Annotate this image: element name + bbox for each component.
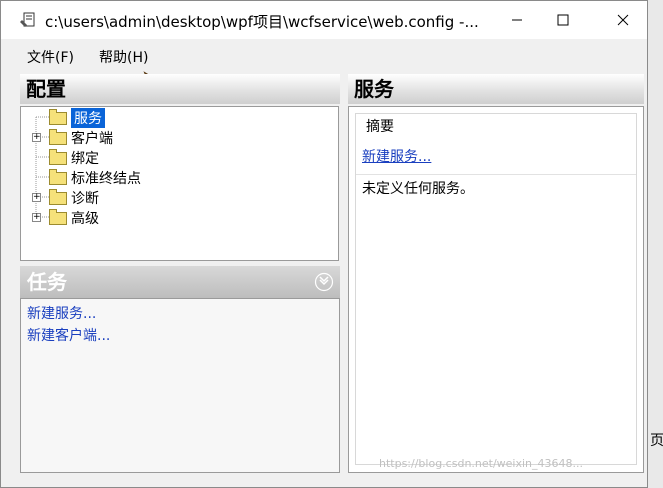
folder-icon (49, 148, 67, 165)
folder-icon (49, 128, 67, 145)
menu-bar: 文件(F) 帮助(H) (1, 39, 647, 102)
background-right-strip (648, 0, 663, 488)
folder-icon (49, 168, 67, 185)
menu-help[interactable]: 帮助(H) (99, 47, 148, 67)
tree-item-label: 绑定 (71, 151, 99, 167)
tree-item-label: 服务 (71, 108, 105, 128)
tree-item-standard-endpoints[interactable]: 标准终结点 (49, 168, 141, 188)
config-editor-icon (20, 12, 35, 27)
menu-file[interactable]: 文件(F) (27, 47, 74, 67)
window-title: c:\users\admin\desktop\wpf项目\wcfservice\… (45, 13, 479, 31)
watermark: https://blog.csdn.net/weixin_43648... (379, 457, 584, 470)
title-bar[interactable]: c:\users\admin\desktop\wpf项目\wcfservice\… (1, 1, 647, 39)
tree-item-diagnostics[interactable]: 诊断 (49, 188, 99, 208)
collapse-chevron-icon[interactable] (314, 272, 334, 292)
folder-icon (49, 208, 67, 225)
folder-icon (49, 188, 67, 205)
new-service-link[interactable]: 新建服务... (362, 146, 431, 166)
tree-item-services[interactable]: 服务 (49, 108, 105, 128)
task-panel: 新建服务... 新建客户端... (20, 298, 340, 473)
service-header: 服务 (348, 74, 644, 104)
no-services-message: 未定义任何服务。 (362, 181, 474, 197)
expand-icon[interactable]: + (32, 193, 41, 202)
tree-item-label: 标准终结点 (71, 171, 141, 187)
minimize-button[interactable] (494, 1, 540, 39)
config-header: 配置 (20, 74, 340, 104)
service-panel: 摘要 新建服务... 未定义任何服务。 https://blog.csdn.ne… (348, 106, 644, 473)
maximize-icon (557, 14, 569, 26)
maximize-button[interactable] (540, 1, 586, 39)
service-summary-group: 摘要 新建服务... 未定义任何服务。 (355, 113, 637, 465)
expand-icon[interactable]: + (32, 213, 41, 222)
minimize-icon (512, 19, 522, 21)
tree-item-label: 客户端 (71, 131, 113, 147)
tree-item-label: 高级 (71, 211, 99, 227)
new-client-task-link[interactable]: 新建客户端... (27, 325, 110, 345)
background-edge-text: 页 (650, 433, 663, 449)
folder-open-icon (49, 108, 67, 125)
divider (356, 174, 636, 175)
expand-icon[interactable]: + (32, 133, 41, 142)
new-service-task-link[interactable]: 新建服务... (27, 303, 96, 323)
close-icon (617, 14, 629, 26)
tree-item-label: 诊断 (71, 191, 99, 207)
close-button[interactable] (600, 1, 646, 39)
config-tree[interactable]: 服务 + 客户端 绑定 标准终结点 + 诊断 + 高级 (20, 106, 339, 261)
tree-item-advanced[interactable]: 高级 (49, 208, 99, 228)
tree-item-bindings[interactable]: 绑定 (49, 148, 99, 168)
task-header-label: 任务 (27, 270, 67, 294)
summary-label: 摘要 (363, 116, 397, 136)
task-header: 任务 (20, 266, 340, 298)
tree-item-clients[interactable]: 客户端 (49, 128, 113, 148)
app-window: c:\users\admin\desktop\wpf项目\wcfservice\… (0, 0, 648, 488)
